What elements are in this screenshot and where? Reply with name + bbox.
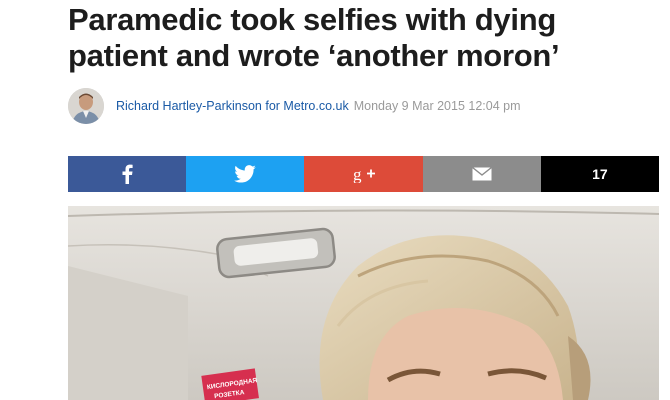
- publish-date: Monday 9 Mar 2015 12:04 pm: [353, 99, 521, 113]
- article-headline: Paramedic took selfies with dying patien…: [68, 2, 560, 73]
- byline: Richard Hartley-Parkinson for Metro.co.u…: [68, 88, 521, 124]
- share-bar: g 17: [68, 156, 660, 192]
- article-photo[interactable]: КИСЛОРОДНАЯ РОЗЕТКА: [68, 206, 659, 400]
- facebook-share-button[interactable]: [68, 156, 187, 192]
- google-plus-share-button[interactable]: g: [304, 156, 423, 192]
- twitter-share-button[interactable]: [186, 156, 305, 192]
- email-share-button[interactable]: [422, 156, 541, 192]
- share-count-value: 17: [592, 166, 608, 182]
- twitter-icon: [234, 165, 257, 183]
- author-link[interactable]: Richard Hartley-Parkinson for Metro.co.u…: [116, 99, 349, 113]
- author-avatar[interactable]: [68, 88, 104, 124]
- email-icon: [471, 167, 492, 181]
- google-plus-icon: g: [353, 165, 375, 183]
- svg-text:g: g: [353, 165, 362, 183]
- share-count: 17: [540, 156, 660, 192]
- facebook-icon: [122, 164, 133, 184]
